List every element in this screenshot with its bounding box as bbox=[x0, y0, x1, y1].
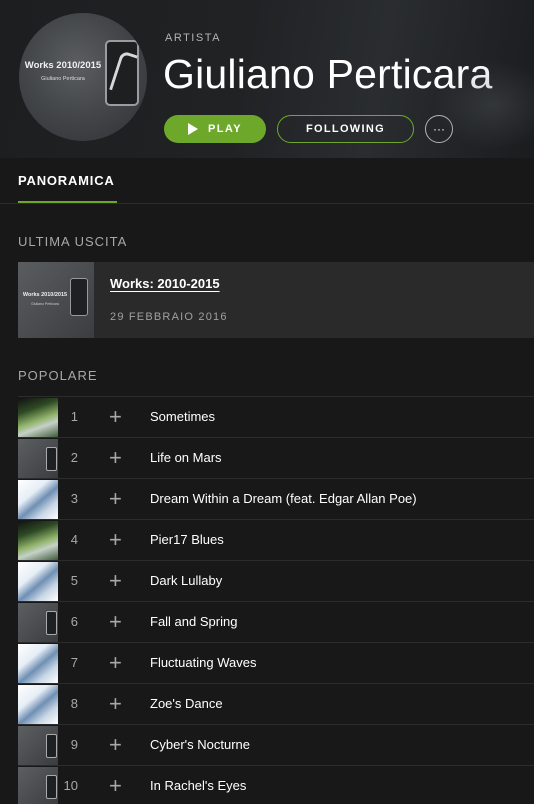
release-cover-title: Works 2010/2015 bbox=[22, 292, 68, 298]
track-row[interactable]: 4 + Pier17 Blues bbox=[18, 519, 534, 560]
play-button-label: PLAY bbox=[208, 123, 242, 135]
track-name: Dark Lullaby bbox=[150, 573, 223, 588]
tab-bar: PANORAMICA bbox=[0, 158, 534, 204]
add-track-icon[interactable]: + bbox=[109, 734, 122, 756]
track-number: 3 bbox=[70, 491, 78, 506]
track-row[interactable]: 9 + Cyber's Nocturne bbox=[18, 724, 534, 765]
artist-header: Works 2010/2015 Giuliano Perticara ARTIS… bbox=[0, 0, 534, 158]
add-track-icon[interactable]: + bbox=[109, 529, 122, 551]
track-row[interactable]: 8 + Zoe's Dance bbox=[18, 683, 534, 724]
add-track-icon[interactable]: + bbox=[109, 693, 122, 715]
track-name: Zoe's Dance bbox=[150, 696, 223, 711]
release-cover-image[interactable]: Works 2010/2015 Giuliano Perticara bbox=[18, 262, 94, 338]
popular-tracks-list: 1 + Sometimes 2 + Life on Mars 3 + Dream Within … bbox=[18, 396, 534, 804]
latest-release-card[interactable]: Works 2010/2015 Giuliano Perticara Works… bbox=[18, 262, 534, 338]
add-track-icon[interactable]: + bbox=[109, 447, 122, 469]
add-track-icon[interactable]: + bbox=[109, 611, 122, 633]
add-track-icon[interactable]: + bbox=[109, 406, 122, 428]
track-number: 6 bbox=[70, 614, 78, 629]
track-name: Fluctuating Waves bbox=[150, 655, 257, 670]
release-cover-artist: Giuliano Perticara bbox=[31, 302, 59, 306]
artist-type-label: ARTISTA bbox=[165, 32, 221, 44]
track-name: Pier17 Blues bbox=[150, 532, 224, 547]
track-row[interactable]: 2 + Life on Mars bbox=[18, 437, 534, 478]
avatar-cover-artist: Giuliano Perticara bbox=[41, 76, 85, 82]
phone-illustration bbox=[70, 278, 88, 316]
track-name: Fall and Spring bbox=[150, 614, 238, 629]
artist-avatar: Works 2010/2015 Giuliano Perticara bbox=[19, 13, 147, 141]
track-name: In Rachel's Eyes bbox=[150, 778, 247, 793]
track-row[interactable]: 1 + Sometimes bbox=[18, 396, 534, 437]
track-number: 5 bbox=[70, 573, 78, 588]
track-number: 1 bbox=[70, 409, 78, 424]
release-title-link[interactable]: Works: 2010-2015 bbox=[110, 276, 220, 291]
track-name: Cyber's Nocturne bbox=[150, 737, 251, 752]
track-row[interactable]: 7 + Fluctuating Waves bbox=[18, 642, 534, 683]
ellipsis-icon: ··· bbox=[433, 122, 445, 136]
track-number: 10 bbox=[63, 778, 78, 793]
track-number: 2 bbox=[70, 450, 78, 465]
track-number: 9 bbox=[70, 737, 78, 752]
tab-panoramica[interactable]: PANORAMICA bbox=[18, 173, 115, 188]
track-number: 7 bbox=[70, 655, 78, 670]
track-number: 4 bbox=[70, 532, 78, 547]
following-button[interactable]: FOLLOWING bbox=[277, 115, 414, 143]
track-row[interactable]: 10 + In Rachel's Eyes bbox=[18, 765, 534, 804]
active-tab-indicator bbox=[18, 201, 117, 203]
play-icon bbox=[188, 123, 199, 135]
track-row[interactable]: 5 + Dark Lullaby bbox=[18, 560, 534, 601]
following-button-label: FOLLOWING bbox=[306, 123, 385, 135]
release-date: 29 FEBBRAIO 2016 bbox=[110, 311, 228, 323]
track-name: Sometimes bbox=[150, 409, 216, 424]
more-options-button[interactable]: ··· bbox=[425, 115, 453, 143]
phone-illustration bbox=[105, 40, 139, 106]
add-track-icon[interactable]: + bbox=[109, 570, 122, 592]
track-row[interactable]: 3 + Dream Within a Dream (feat. Edgar Alla… bbox=[18, 478, 534, 519]
popular-heading: POPOLARE bbox=[18, 368, 98, 383]
track-row[interactable]: 6 + Fall and Spring bbox=[18, 601, 534, 642]
play-button[interactable]: PLAY bbox=[164, 115, 266, 143]
add-track-icon[interactable]: + bbox=[109, 652, 122, 674]
track-number: 8 bbox=[70, 696, 78, 711]
add-track-icon[interactable]: + bbox=[109, 488, 122, 510]
track-name: Life on Mars bbox=[150, 450, 222, 465]
latest-release-heading: ULTIMA USCITA bbox=[18, 234, 128, 249]
add-track-icon[interactable]: + bbox=[109, 775, 122, 797]
artist-name: Giuliano Perticara bbox=[163, 51, 493, 97]
avatar-cover-title: Works 2010/2015 bbox=[24, 60, 102, 71]
track-name: Dream Within a Dream (feat. Edgar Allan … bbox=[150, 491, 417, 506]
